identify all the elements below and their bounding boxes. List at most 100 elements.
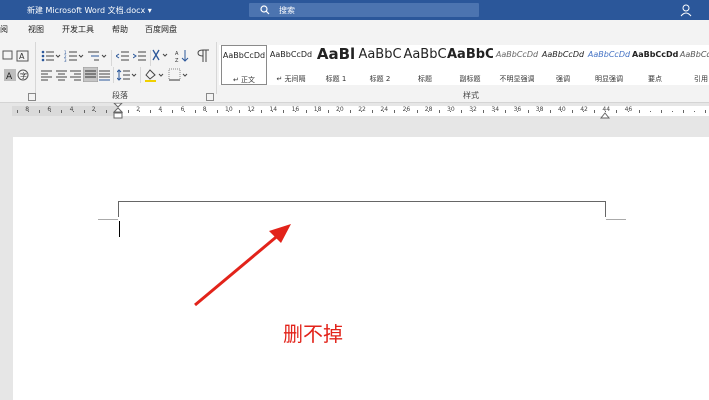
style-strong[interactable]: AaBbCcDd 要点 [632,45,678,85]
divider [113,67,114,83]
tab-baidu-netdisk[interactable]: 百度网盘 [145,24,177,35]
align-center-icon[interactable] [56,69,68,81]
style-sample: AaBbC [447,47,493,62]
title-dropdown-icon[interactable]: ▾ [148,6,152,15]
ruler-tick [261,110,263,113]
indent-marker-icon[interactable] [113,103,123,120]
ruler-tick [139,111,141,112]
tab-view[interactable]: 视图 [28,24,44,35]
styles-gallery: AaBbCcDd ↵ 正文 AaBbCcDd ↵ 无间隔 AaBl 标题 1 A… [219,45,709,85]
increase-indent-icon[interactable] [133,50,147,62]
style-name: ↵ 正文 [222,75,266,85]
paragraph-group-label: 段落 [112,91,128,100]
ruler-tick [671,111,673,112]
ruler-tick [438,110,440,113]
font-dialog-launcher-icon[interactable] [28,93,36,101]
justify-icon[interactable] [83,67,98,82]
ruler-tick [39,110,41,113]
style-heading-1[interactable]: AaBl 标题 1 [313,45,359,85]
account-icon[interactable] [679,3,693,17]
style-sample: AaBbCcDd [587,50,631,59]
style-name: 明显强调 [595,75,623,83]
tab-help[interactable]: 帮助 [112,24,128,35]
tab-review[interactable]: 阅 [0,24,8,35]
style-heading-2[interactable]: AaBbC 标题 2 [357,45,403,85]
ruler-tick [416,110,418,113]
ruler-tick [405,111,407,112]
search-box[interactable]: 搜索 [249,3,479,17]
group-separator [216,42,217,94]
style-name: 标题 2 [369,75,391,83]
ruler-tick [239,110,240,113]
ruler-tick [338,111,340,112]
style-normal[interactable]: AaBbCcDd ↵ 正文 [221,45,267,85]
annotation-text: 删不掉 [283,322,343,346]
ruler-tick [660,110,662,113]
document-page[interactable]: 删不掉 [13,137,709,400]
decrease-indent-icon[interactable] [116,50,130,62]
style-sample: AaBbCcDd [222,51,266,60]
ruler-tick [527,110,529,113]
style-name: 强调 [556,75,570,83]
ruler-tick [17,110,18,113]
ruler-tick [83,110,85,113]
distributed-icon[interactable] [99,69,111,81]
tab-developer[interactable]: 开发工具 [62,24,94,35]
ruler-tick [161,111,163,112]
ruler-tick [449,111,451,112]
style-sample: AaBbCcDd [269,50,313,59]
right-indent-marker-icon[interactable] [600,111,610,119]
style-name: 标题 1 [325,75,347,83]
ruler-tick [705,110,707,113]
style-subtle-emphasis[interactable]: AaBbCcDd 不明显强调 [494,45,540,85]
style-sample: AaBbCcDd [495,50,539,59]
window-title: 新建 Microsoft Word 文档.docx ▾ [27,5,152,16]
line-spacing-icon[interactable] [117,68,137,82]
paragraph-mark-icon: ↵ [232,76,242,84]
ribbon: A A 字 1 2 3 AZ 段落 AaBbCcDd ↵ 正文 AaBbCcDd… [0,38,709,103]
ruler-tick [649,111,651,112]
numbering-icon[interactable]: 1 2 3 [64,50,84,62]
ruler-tick [683,110,684,113]
clear-format-icon[interactable] [2,50,14,60]
search-icon [260,5,270,15]
ruler-tick [572,110,573,113]
char-shading-icon[interactable]: A [4,69,16,81]
style-no-spacing[interactable]: AaBbCcDd ↵ 无间隔 [268,45,314,85]
paragraph-dialog-launcher-icon[interactable] [206,93,214,101]
style-intense-emphasis[interactable]: AaBbCcDd 明显强调 [586,45,632,85]
chinese-layout-icon[interactable] [152,49,170,63]
document-title: 新建 Microsoft Word 文档.docx [27,6,146,15]
svg-text:A: A [19,52,25,61]
ruler-tick [372,110,374,113]
divider [111,50,112,66]
ruler-tick [61,110,63,113]
style-sample: AaBbC [358,47,402,62]
ruler-tick [494,111,496,112]
style-title[interactable]: AaBbC 标题 [402,45,448,85]
style-name: 引用 [694,75,708,83]
align-left-icon[interactable] [41,69,53,81]
style-sample: AaBl [316,45,356,63]
ruler-tick [361,111,363,112]
multilevel-list-icon[interactable] [87,50,107,62]
bullets-icon[interactable] [41,50,61,62]
sort-icon[interactable]: AZ [175,49,189,63]
ruler-tick [72,111,74,112]
char-border-icon[interactable]: A [16,50,30,62]
style-sample: AaBbC [403,47,447,62]
ruler-tick [272,111,274,112]
horizontal-ruler[interactable]: 8 6 4 2 2 4 6 8 10 12 14 16 18 20 22 24 26 28 30 32 34 36 38 40… [0,103,709,120]
show-marks-icon[interactable] [197,49,211,63]
divider [140,67,141,83]
enclose-char-icon[interactable]: 字 [17,69,29,81]
borders-icon[interactable] [168,68,188,82]
shading-icon[interactable] [144,68,164,82]
align-right-icon[interactable] [70,69,82,81]
style-subtitle[interactable]: AaBbC 副标题 [447,45,493,85]
title-bar: 新建 Microsoft Word 文档.docx ▾ 搜索 [0,0,709,20]
ruler-tick [505,110,507,113]
style-quote[interactable]: AaBbCcDd 引用 [678,45,709,85]
paragraph-mark-icon: ↵ [276,75,285,83]
style-emphasis[interactable]: AaBbCcDd 强调 [540,45,586,85]
